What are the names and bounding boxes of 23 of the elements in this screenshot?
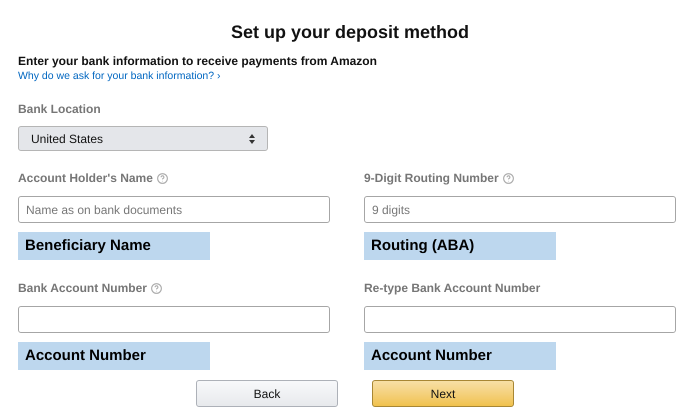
bank-location-select[interactable]: United States — [18, 126, 268, 151]
back-button[interactable]: Back — [196, 380, 338, 407]
intro-text: Enter your bank information to receive payments from Amazon — [18, 54, 378, 69]
field-label: Re-type Bank Account Number — [364, 280, 540, 297]
annotation-label: Account Number — [364, 342, 556, 370]
text-field[interactable]: Name as on bank documents — [18, 196, 330, 223]
field-label: Account Holder's Name — [18, 170, 153, 187]
help-icon[interactable] — [156, 172, 168, 184]
annotation-label: Beneficiary Name — [18, 232, 210, 260]
page-title: Set up your deposit method — [230, 21, 470, 44]
help-link[interactable]: Why do we ask for your bank information? › — [18, 69, 682, 84]
next-button[interactable]: Next — [372, 380, 514, 407]
field-label: 9-Digit Routing Number — [364, 170, 499, 187]
field-label: Bank Account Number — [18, 280, 147, 297]
text-field[interactable]: 9 digits — [364, 196, 676, 223]
text-field[interactable] — [18, 306, 330, 333]
text-field[interactable] — [364, 306, 676, 333]
help-icon[interactable] — [150, 282, 162, 294]
annotation-label: Routing (ABA) — [364, 232, 556, 260]
field-label: Bank Location — [18, 102, 102, 116]
annotation-label: Account Number — [18, 342, 210, 370]
select-arrows-icon — [249, 134, 255, 144]
help-icon[interactable] — [502, 172, 514, 184]
